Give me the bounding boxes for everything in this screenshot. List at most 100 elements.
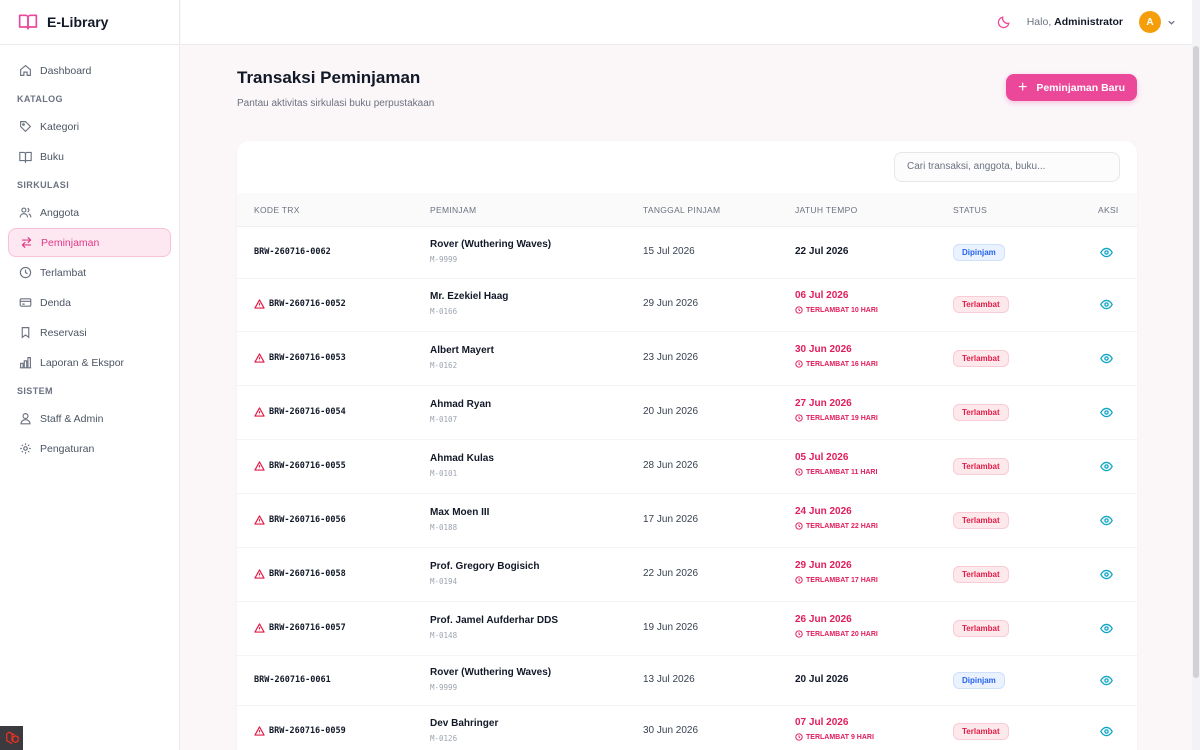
sidebar-item-reservasi[interactable]: Reservasi <box>8 318 171 347</box>
chevron-down-icon[interactable] <box>1167 18 1176 27</box>
trx-code-text: BRW-260716-0053 <box>269 353 346 363</box>
trx-code-text: BRW-260716-0056 <box>269 515 346 525</box>
borrower-name[interactable]: Mr. Ezekiel Haag <box>430 291 508 302</box>
scrollbar[interactable] <box>1192 0 1200 750</box>
view-action[interactable] <box>1100 298 1113 314</box>
borrower-name[interactable]: Rover (Wuthering Waves) <box>430 239 551 250</box>
plus-icon: + <box>1017 78 1028 96</box>
late-note: TERLAMBAT 9 HARI <box>795 733 874 741</box>
table-row[interactable]: BRW-260716-0052 Mr. Ezekiel Haag M-0166 29 … <box>237 278 1137 332</box>
greeting: Halo, Administrator <box>1027 16 1123 28</box>
book-icon <box>18 150 32 164</box>
sidebar-item-dashboard[interactable]: Dashboard <box>8 56 171 85</box>
sidebar-item-staff[interactable]: Staff & Admin <box>8 404 171 433</box>
scrollbar-thumb[interactable] <box>1193 46 1199 678</box>
avatar[interactable]: A <box>1139 11 1161 33</box>
borrower-name[interactable]: Prof. Gregory Bogisich <box>430 561 539 572</box>
borrower: Mr. Ezekiel Haag M-0166 <box>430 291 508 316</box>
search-input[interactable]: Cari transaksi, anggota, buku... <box>894 152 1120 182</box>
sidebar-item-label: Pengaturan <box>40 442 95 455</box>
due-date-text: 29 Jun 2026 <box>795 560 852 571</box>
borrower-name[interactable]: Ahmad Kulas <box>430 453 494 464</box>
trx-code: BRW-260716-0054 <box>254 407 346 417</box>
view-action[interactable] <box>1100 406 1113 422</box>
eye-icon[interactable] <box>1100 352 1113 365</box>
sidebar-item-denda[interactable]: Denda <box>8 288 171 317</box>
eye-icon[interactable] <box>1100 298 1113 311</box>
borrower-name[interactable]: Albert Mayert <box>430 345 494 356</box>
new-loan-label: Peminjaman Baru <box>1036 81 1126 94</box>
section-sistem: SISTEM <box>17 386 53 396</box>
trx-code: BRW-260716-0058 <box>254 569 346 579</box>
borrower-name[interactable]: Ahmad Ryan <box>430 399 491 410</box>
table-row[interactable]: BRW-260716-0061 Rover (Wuthering Waves) M-… <box>237 656 1137 706</box>
trx-code: BRW-260716-0062 <box>254 247 331 257</box>
eye-icon[interactable] <box>1100 460 1113 473</box>
clock-icon <box>18 266 32 280</box>
trx-code: BRW-260716-0055 <box>254 461 346 471</box>
borrower-name[interactable]: Max Moen III <box>430 507 489 518</box>
gear-icon <box>18 442 32 456</box>
table-row[interactable]: BRW-260716-0058 Prof. Gregory Bogisich M-0… <box>237 548 1137 602</box>
borrower: Dev Bahringer M-0126 <box>430 718 498 743</box>
trx-code-text: BRW-260716-0061 <box>254 675 331 685</box>
sidebar-item-terlambat[interactable]: Terlambat <box>8 258 171 287</box>
trx-code: BRW-260716-0061 <box>254 675 331 685</box>
sidebar-item-anggota[interactable]: Anggota <box>8 198 171 227</box>
section-sirkulasi: SIRKULASI <box>17 180 70 190</box>
eye-icon[interactable] <box>1100 514 1113 527</box>
borrower-name[interactable]: Prof. Jamel Aufderhar DDS <box>430 615 558 626</box>
new-loan-button[interactable]: + Peminjaman Baru <box>1006 74 1137 101</box>
eye-icon[interactable] <box>1100 406 1113 419</box>
table-row[interactable]: BRW-260716-0059 Dev Bahringer M-0126 30 Jun… <box>237 705 1137 750</box>
member-id: M-0188 <box>430 523 458 532</box>
late-note-text: TERLAMBAT 9 HARI <box>806 733 874 741</box>
laravel-logo[interactable] <box>0 726 23 750</box>
sidebar-item-label: Dashboard <box>40 64 92 77</box>
status-cell: Dipinjam <box>953 672 1005 689</box>
sidebar-item-pengaturan[interactable]: Pengaturan <box>8 434 171 463</box>
eye-icon[interactable] <box>1100 622 1113 635</box>
view-action[interactable] <box>1100 725 1113 741</box>
clock-icon <box>795 306 803 314</box>
moon-icon[interactable] <box>997 15 1011 29</box>
table-row[interactable]: BRW-260716-0056 Max Moen III M-0188 17 Jun … <box>237 494 1137 548</box>
borrower-name[interactable]: Rover (Wuthering Waves) <box>430 667 551 678</box>
due-date: 26 Jun 2026 TERLAMBAT 20 HARI <box>795 614 878 638</box>
warning-icon <box>254 623 265 633</box>
borrow-date: 22 Jun 2026 <box>643 568 699 579</box>
view-action[interactable] <box>1100 352 1113 368</box>
view-action[interactable] <box>1100 674 1113 690</box>
warning-icon <box>254 569 265 579</box>
credit-card-icon <box>18 296 32 310</box>
status-badge: Terlambat <box>953 458 1009 475</box>
table-row[interactable]: BRW-260716-0057 Prof. Jamel Aufderhar DDS… <box>237 602 1137 656</box>
view-action[interactable] <box>1100 246 1113 262</box>
th-peminjam: PEMINJAM <box>430 205 477 215</box>
table-row[interactable]: BRW-260716-0055 Ahmad Kulas M-0101 28 Jun 2… <box>237 440 1137 494</box>
brand[interactable]: E-Library <box>0 0 179 45</box>
table-row[interactable]: BRW-260716-0062 Rover (Wuthering Waves) M-… <box>237 227 1137 279</box>
table-row[interactable]: BRW-260716-0053 Albert Mayert M-0162 23 Jun… <box>237 332 1137 386</box>
trx-code: BRW-260716-0059 <box>254 726 346 736</box>
view-action[interactable] <box>1100 568 1113 584</box>
trx-code-text: BRW-260716-0062 <box>254 247 331 257</box>
eye-icon[interactable] <box>1100 674 1113 687</box>
view-action[interactable] <box>1100 460 1113 476</box>
view-action[interactable] <box>1100 514 1113 530</box>
view-action[interactable] <box>1100 622 1113 638</box>
sidebar-item-peminjaman[interactable]: Peminjaman <box>8 228 171 257</box>
sidebar-item-kategori[interactable]: Kategori <box>8 112 171 141</box>
sidebar-item-buku[interactable]: Buku <box>8 142 171 171</box>
eye-icon[interactable] <box>1100 568 1113 581</box>
topbar: Halo, Administrator A <box>181 0 1192 45</box>
status-cell: Terlambat <box>953 350 1009 367</box>
eye-icon[interactable] <box>1100 725 1113 738</box>
sidebar-item-laporan[interactable]: Laporan & Ekspor <box>8 348 171 377</box>
warning-icon <box>254 461 265 471</box>
borrower-name[interactable]: Dev Bahringer <box>430 718 498 729</box>
table-row[interactable]: BRW-260716-0054 Ahmad Ryan M-0107 20 Jun 20… <box>237 386 1137 440</box>
borrower: Prof. Gregory Bogisich M-0194 <box>430 561 539 586</box>
sidebar-item-label: Denda <box>40 296 71 309</box>
eye-icon[interactable] <box>1100 246 1113 259</box>
